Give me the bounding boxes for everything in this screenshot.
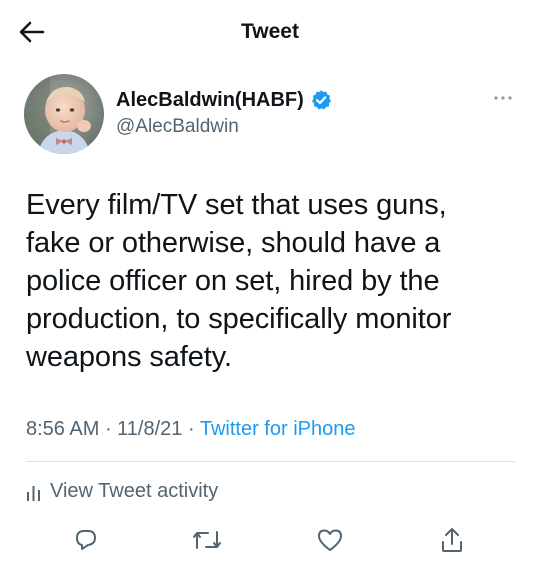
tweet-metadata: 8:56 AM · 11/8/21 · Twitter for iPhone: [26, 418, 355, 441]
view-activity-link[interactable]: View Tweet activity: [26, 480, 218, 503]
bar-chart-icon: [26, 483, 42, 501]
like-button[interactable]: [314, 524, 346, 556]
more-icon: [494, 96, 512, 100]
author-handle[interactable]: @AlecBaldwin: [116, 116, 332, 138]
tweet-author: AlecBaldwin(HABF) @AlecBaldwin: [24, 74, 520, 156]
more-options-button[interactable]: [492, 92, 514, 104]
share-icon: [442, 528, 462, 552]
heart-icon: [318, 529, 342, 551]
meta-separator: ·: [99, 418, 118, 440]
view-activity-label: View Tweet activity: [50, 480, 219, 502]
reply-button[interactable]: [70, 524, 102, 556]
retweet-button[interactable]: [191, 524, 223, 556]
divider: [26, 461, 516, 462]
page-title: Tweet: [241, 20, 299, 43]
meta-separator: ·: [182, 418, 200, 440]
share-button[interactable]: [436, 524, 468, 556]
display-name-row: AlecBaldwin(HABF): [116, 86, 332, 114]
verified-badge-icon: [310, 89, 332, 111]
top-bar: Tweet: [0, 0, 540, 64]
reply-icon: [76, 530, 96, 550]
display-name[interactable]: AlecBaldwin(HABF): [116, 89, 304, 112]
tweet-text: Every film/TV set that uses guns, fake o…: [26, 189, 452, 373]
retweet-icon: [193, 531, 221, 549]
tweet-time[interactable]: 8:56 AM: [26, 418, 99, 440]
tweet-date[interactable]: 11/8/21: [117, 418, 182, 440]
tweet-actions: [0, 524, 540, 560]
avatar[interactable]: [24, 74, 104, 154]
author-names: AlecBaldwin(HABF) @AlecBaldwin: [116, 86, 332, 138]
tweet-source-link[interactable]: Twitter for iPhone: [200, 418, 356, 440]
